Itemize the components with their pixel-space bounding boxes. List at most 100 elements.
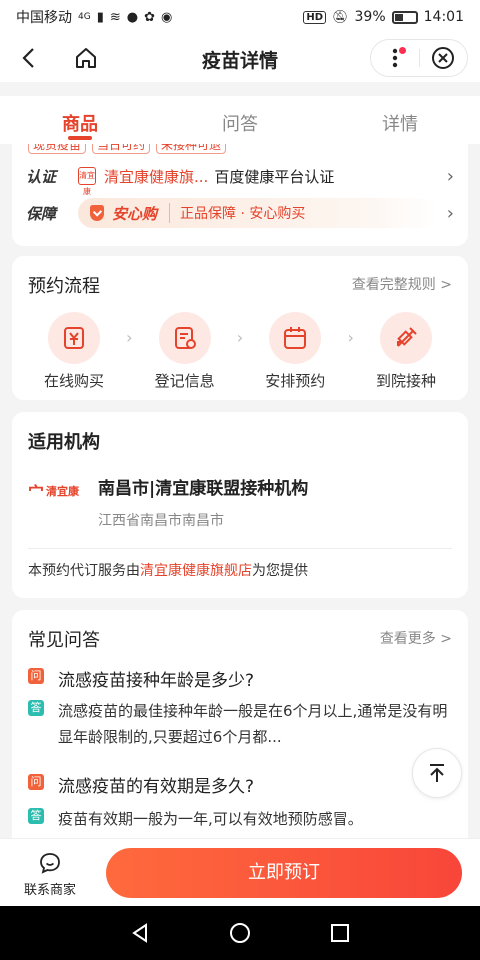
institution-address: 江西省南昌市南昌市 bbox=[98, 513, 224, 529]
network-label: 4G bbox=[78, 12, 91, 22]
shield-icon bbox=[90, 205, 104, 221]
mini-capsule bbox=[370, 39, 468, 77]
logo-mark: 宀 bbox=[28, 483, 45, 502]
calendar-icon bbox=[284, 327, 307, 349]
feature-tag: 当日可约 bbox=[92, 144, 151, 154]
answer-text: 疫苗有效期一般为一年,可以有效地预防感冒。 bbox=[58, 810, 363, 828]
service-prefix: 本预约代订服务由 bbox=[28, 563, 140, 579]
contact-label: 联系商家 bbox=[23, 883, 76, 898]
system-nav-bar bbox=[0, 906, 480, 960]
service-provider-line: 本预约代订服务由清宜康健康旗舰店为您提供 bbox=[28, 560, 308, 580]
form-icon bbox=[174, 327, 196, 349]
book-now-button[interactable]: 立即预订 bbox=[106, 848, 462, 898]
guarantee-name: 安心购 bbox=[112, 204, 158, 223]
step-online-purchase: 在线购买 bbox=[28, 312, 120, 391]
syringe-icon bbox=[396, 327, 417, 347]
guarantee-text: 正品保障 · 安心购买 bbox=[169, 203, 305, 223]
nav-home-circle-icon[interactable] bbox=[228, 921, 252, 945]
guarantee-pill: 安心购 正品保障 · 安心购买 bbox=[78, 198, 438, 228]
shop-logo: 清宜康 bbox=[78, 167, 96, 196]
wifi-icon: ≋ bbox=[109, 9, 121, 25]
chevron-right-icon: › bbox=[446, 202, 454, 224]
step-label: 安排预约 bbox=[265, 372, 326, 390]
faq-card: 常见问答 查看更多 > 问 流感疫苗接种年龄是多少? 答 流感疫苗的最佳接种年龄… bbox=[12, 610, 468, 838]
process-steps: 在线购买 › 登记信息 › 安排预约 › 到院接种 bbox=[28, 312, 452, 391]
yuan-icon bbox=[64, 327, 84, 349]
view-more-link[interactable]: 查看更多 > bbox=[380, 628, 452, 648]
feature-tag: 现货疫苗 bbox=[28, 144, 87, 154]
tab-details[interactable]: 详情 bbox=[320, 96, 480, 144]
question-text: 流感疫苗的有效期是多久? bbox=[58, 777, 255, 797]
question-badge: 问 bbox=[28, 668, 44, 684]
booking-process-card: 预约流程 查看完整规则 > 在线购买 › 登记信息 › 安排预约 › 到院接种 bbox=[12, 256, 468, 400]
guarantee-label: 保障 bbox=[26, 204, 57, 223]
arrow-up-icon bbox=[430, 764, 444, 782]
step-label: 登记信息 bbox=[154, 372, 215, 390]
institution-name[interactable]: 南昌市|清宜康联盟接种机构 bbox=[98, 474, 308, 499]
baidu-icon: ✿ bbox=[144, 9, 156, 25]
message-icon: ● bbox=[126, 9, 139, 25]
step-schedule: 安排预约 bbox=[249, 312, 341, 391]
cert-shop-name: 清宜康健康旗... bbox=[104, 167, 209, 186]
institution-logo: 宀 清宜康 bbox=[28, 476, 86, 506]
tab-bar: 商品 问答 详情 bbox=[0, 96, 480, 144]
answer-badge: 答 bbox=[28, 700, 44, 716]
battery-icon bbox=[391, 10, 418, 24]
battery-percent: 39% bbox=[354, 9, 386, 25]
feature-tags: 现货疫苗 当日可约 未接种可退 bbox=[28, 144, 227, 154]
signal-icon: ▮ bbox=[96, 9, 104, 25]
home-button[interactable] bbox=[72, 44, 100, 72]
step-icon-wrap bbox=[379, 312, 432, 364]
answer-text: 流感疫苗的最佳接种年龄一般是在6个月以上,通常是没有明显年龄限制的,只要超过6个… bbox=[58, 702, 448, 746]
step-arrow-icon: › bbox=[126, 328, 133, 347]
institution-card: 适用机构 宀 清宜康 南昌市|清宜康联盟接种机构 江西省南昌市南昌市 本预约代订… bbox=[12, 412, 468, 598]
institution-title: 适用机构 bbox=[28, 432, 100, 453]
mute-icon: 🔕︎ bbox=[332, 9, 349, 25]
feature-tag: 未接种可退 bbox=[156, 144, 227, 154]
service-suffix: 为您提供 bbox=[252, 563, 308, 579]
back-button[interactable] bbox=[16, 44, 44, 72]
logo-text: 清宜康 bbox=[46, 485, 80, 498]
close-circle-icon bbox=[432, 47, 455, 69]
step-label: 在线购买 bbox=[43, 372, 104, 390]
more-button[interactable] bbox=[371, 40, 419, 76]
cert-text: 百度健康平台认证 bbox=[214, 167, 335, 186]
step-arrow-icon: › bbox=[236, 328, 244, 347]
step-vaccinate: 到院接种 bbox=[360, 312, 452, 391]
home-icon bbox=[76, 48, 96, 68]
process-title: 预约流程 bbox=[28, 276, 100, 297]
step-icon-wrap bbox=[158, 312, 211, 364]
tab-qa[interactable]: 问答 bbox=[160, 96, 320, 144]
qq-icon: ◉ bbox=[161, 9, 173, 25]
tab-product[interactable]: 商品 bbox=[0, 96, 160, 144]
service-info-card: 现货疫苗 当日可约 未接种可退 认证 清宜康 清宜康健康旗... 百度健康平台认… bbox=[12, 144, 468, 246]
question-text: 流感疫苗接种年龄是多少? bbox=[58, 671, 255, 691]
more-dots-icon bbox=[392, 48, 397, 68]
nav-recents-square-icon[interactable] bbox=[328, 921, 352, 945]
guarantee-row[interactable]: 保障 安心购 正品保障 · 安心购买 › bbox=[26, 198, 454, 228]
close-button[interactable] bbox=[419, 40, 467, 76]
nav-back-triangle-icon[interactable] bbox=[128, 921, 152, 945]
status-bar: 中国移动 4G ▮ ≋ ● ✿ ◉ HD 🔕︎ 39% 14:01 bbox=[0, 0, 480, 34]
cert-label: 认证 bbox=[26, 167, 57, 186]
certification-row[interactable]: 认证 清宜康 清宜康健康旗... 百度健康平台认证 › bbox=[26, 162, 454, 197]
service-shop-link[interactable]: 清宜康健康旗舰店 bbox=[140, 563, 252, 579]
contact-merchant-button[interactable]: 联系商家 bbox=[14, 851, 86, 898]
step-icon-wrap bbox=[48, 312, 100, 364]
step-icon-wrap bbox=[269, 312, 322, 364]
faq-title: 常见问答 bbox=[28, 630, 100, 651]
view-rules-link[interactable]: 查看完整规则 > bbox=[352, 274, 452, 294]
divider bbox=[28, 548, 452, 549]
scroll-content[interactable]: 现货疫苗 当日可约 未接种可退 认证 清宜康 清宜康健康旗... 百度健康平台认… bbox=[0, 144, 480, 838]
hd-badge: HD bbox=[303, 10, 326, 24]
chat-icon bbox=[40, 853, 60, 874]
chevron-right-icon: › bbox=[446, 165, 454, 187]
notification-dot bbox=[398, 47, 406, 54]
back-to-top-button[interactable] bbox=[412, 748, 462, 798]
step-label: 到院接种 bbox=[375, 372, 436, 390]
step-arrow-icon: › bbox=[347, 328, 354, 347]
bottom-action-bar: 联系商家 立即预订 bbox=[0, 838, 480, 906]
clock: 14:01 bbox=[423, 9, 464, 25]
nav-bar: 疫苗详情 bbox=[0, 34, 480, 82]
carrier-label: 中国移动 bbox=[16, 10, 72, 26]
